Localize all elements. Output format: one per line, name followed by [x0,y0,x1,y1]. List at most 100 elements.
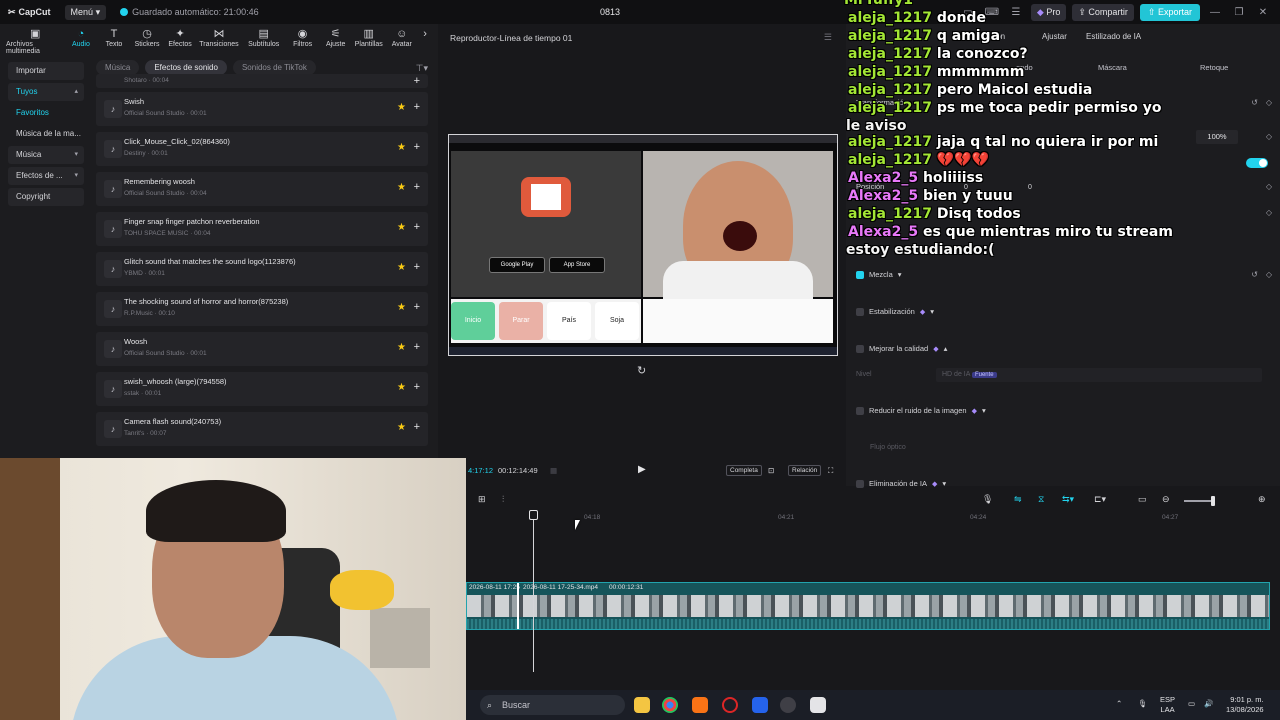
nav-importar[interactable]: Importar [8,62,84,80]
section-eliminacion[interactable]: Eliminación de IA ◆ ▾ [856,479,946,488]
capcut-taskbar-icon[interactable] [810,697,826,713]
add-icon[interactable]: + [414,221,420,233]
fullscreen-icon[interactable]: ⛶ [828,466,833,476]
audio-wave-icon[interactable]: ⫶ [502,494,504,505]
tools-next-button[interactable]: › [418,28,432,56]
clock[interactable]: 9:01 p. m. 13/08/2026 [1226,695,1264,715]
keyframe-icon[interactable]: ◇ [1266,182,1272,191]
list-icon[interactable]: ▦ [550,466,557,475]
taskbar-search[interactable]: ⌕ Buscar [480,695,625,715]
list-item[interactable]: ♪ The shocking sound of horror and horror… [96,292,428,326]
close-button[interactable]: ✕ [1254,7,1272,18]
chevron-up-icon[interactable]: ⌃ [1116,699,1122,709]
clip-split-marker[interactable] [517,583,519,629]
nav-efectos[interactable]: Efectos de ... ▾ [8,167,84,185]
subtab-retoque[interactable]: Retoque [1200,63,1228,72]
file-explorer-icon[interactable] [634,697,650,713]
playhead-handle[interactable] [529,510,538,520]
star-icon[interactable]: ★ [397,142,406,153]
obs-icon[interactable] [780,697,796,713]
layout-icon[interactable]: ▭ [959,7,977,18]
keyframe-icon[interactable]: ◇ [1266,98,1272,107]
nav-musica-marca[interactable]: Música de la ma... [8,125,84,143]
zoom-out-icon[interactable]: ⊖ [1162,494,1170,505]
add-icon[interactable]: + [414,101,420,113]
nav-copyright[interactable]: Copyright [8,188,84,206]
add-icon[interactable]: + [414,421,420,433]
add-icon[interactable]: + [414,261,420,273]
opera-icon[interactable] [722,697,738,713]
project-name[interactable]: 0813 [600,7,620,17]
tab-audio[interactable]: ◔ Audio [64,28,97,56]
snap-icon[interactable]: ⇆▾ [1062,494,1074,505]
list-item[interactable]: ♪ Glitch sound that matches the sound log… [96,252,428,286]
split-icon[interactable]: ⊏▾ [1094,494,1106,505]
list-item[interactable]: ♪ Finger snap finger patchon reverberatio… [96,212,428,246]
list-item[interactable]: ♪ Remembering woosh Official Sound Studio … [96,172,428,206]
keyframe-icon[interactable]: ◇ [1266,132,1272,141]
zoom-in-icon[interactable]: ⊕ [1258,494,1266,505]
estabilizacion-checkbox[interactable] [856,307,864,316]
more-icon[interactable]: ☰ [1007,7,1025,18]
position-x-input[interactable]: 0 [964,184,968,191]
reset-icon[interactable]: ↺ [1251,270,1258,279]
subtab-mascara[interactable]: Máscara [1098,63,1127,72]
minimize-button[interactable]: — [1206,7,1224,18]
section-mezcla[interactable]: Mezcla ▾ [856,270,902,279]
list-item[interactable]: ♪ Click_Mouse_Click_02(864360) Destiny · 0… [96,132,428,166]
add-icon[interactable]: + [414,381,420,393]
completa-button[interactable]: Completa [726,465,762,476]
nav-musica[interactable]: Música ▾ [8,146,84,164]
timeline-ruler[interactable]: 04:18 04:21 04:24 04:27 [466,512,1280,524]
chrome-icon[interactable] [662,697,678,713]
list-item[interactable]: Shotaro · 00:04 + [96,74,428,88]
tab-effects[interactable]: ✦ Efectos [164,28,197,56]
tab-templates[interactable]: ▥ Plantillas [352,28,385,56]
add-icon[interactable]: + [414,181,420,193]
eliminacion-checkbox[interactable] [856,479,864,488]
zoom-slider-knob[interactable] [1211,496,1215,506]
scale-input[interactable]: 100% [1196,130,1238,144]
tab-adjust[interactable]: ⚟ Ajuste [319,28,352,56]
volume-icon[interactable]: 🔊 [1204,699,1213,709]
nav-favoritos[interactable]: Favoritos [8,104,84,122]
star-icon[interactable]: ★ [397,382,406,393]
section-estabilizacion[interactable]: Estabilización ◆ ▾ [856,307,934,316]
star-icon[interactable]: ★ [397,182,406,193]
pro-button[interactable]: ◆ Pro [1030,3,1067,21]
tab-stickers[interactable]: ◷ Stickers [130,28,163,56]
nivel-select[interactable]: HD de IA Fuente [936,368,1262,382]
caption-icon[interactable]: ▭ [1138,494,1147,505]
rotate-icon[interactable]: ↻ [637,364,646,377]
crop-icon[interactable]: ⊡ [768,466,774,475]
list-item[interactable]: ♪ Camera flash sound(240753) Tanrit's · 00… [96,412,428,446]
tab-media[interactable]: ▣ Archivos multimedia [6,28,64,56]
nav-tuyos[interactable]: Tuyos ▴ [8,83,84,101]
mezcla-checkbox[interactable] [856,270,864,279]
brave-icon[interactable] [692,697,708,713]
relacion-button[interactable]: Relación [788,465,822,476]
microphone-icon[interactable]: 🎙 [982,494,993,505]
tab-estilizado-ia[interactable]: Estilizado de IA [1086,32,1141,41]
subtab-tiktok[interactable]: Sonidos de TikTok [232,60,316,75]
add-icon[interactable]: + [414,141,420,153]
subtab-musica[interactable]: Música [96,60,140,75]
section-reducir-ruido[interactable]: Reducir el ruido de la imagen ◆ ▾ [856,406,986,415]
shortcut-icon[interactable]: ⌨ [983,7,1001,18]
tab-filters[interactable]: ◉ Filtros [286,28,319,56]
video-track[interactable]: 2026-08-11 17:25 2026-08-11 17-25-34.mp4… [466,582,1270,630]
tab-avatar[interactable]: ☺ Avatar [385,28,418,56]
keyframe-icon[interactable]: ◇ [1266,270,1272,279]
list-item[interactable]: ♪ Swish Official Sound Studio · 00:01 ★ + [96,92,428,126]
star-icon[interactable]: ★ [397,222,406,233]
mejorar-checkbox[interactable] [856,344,864,353]
section-mejorar[interactable]: Mejorar la calidad ◆ ▴ [856,344,947,353]
maximize-button[interactable]: ❐ [1230,7,1248,18]
add-icon[interactable]: + [414,341,420,353]
video-preview[interactable]: Google Play App Store Inicio Parar País … [448,134,838,356]
link-icon[interactable]: ⇋ [1014,494,1022,505]
magnet-icon[interactable]: ⧖ [1038,494,1044,505]
uniform-scale-toggle[interactable] [1246,158,1268,168]
star-icon[interactable]: ★ [397,302,406,313]
tab-text[interactable]: T Texto [97,28,130,56]
